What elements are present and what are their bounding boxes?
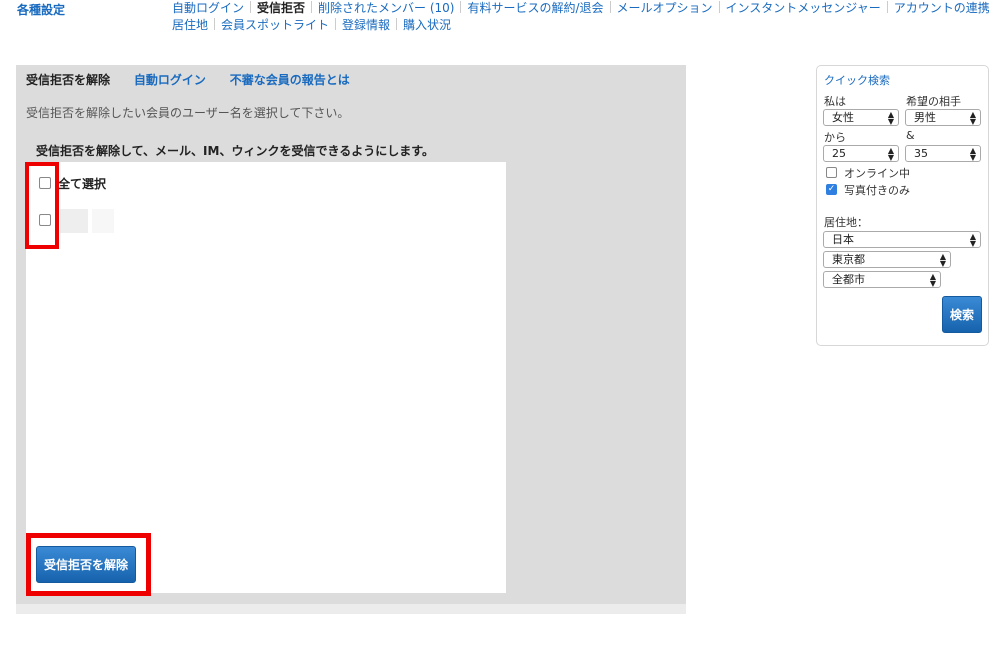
city-value: 全都市 — [832, 273, 865, 286]
nav-cancel-paid-service[interactable]: 有料サービスの解約/退会 — [467, 1, 603, 15]
nav-residence[interactable]: 居住地 — [172, 18, 208, 32]
nav-divider — [214, 18, 216, 30]
select-arrows-icon: ▲ ▼ — [929, 272, 936, 288]
i-am-label: 私は — [824, 95, 846, 108]
nav-member-spotlight[interactable]: 会員スポットライト — [221, 18, 329, 32]
select-arrows-icon: ▲ ▼ — [887, 146, 894, 162]
seeking-select[interactable]: 男性 ▲ ▼ — [905, 109, 981, 126]
member-name-placeholder — [92, 209, 114, 233]
select-arrows-icon: ▲ ▼ — [887, 110, 894, 126]
nav-divider — [460, 1, 462, 13]
online-label: オンライン中 — [844, 167, 910, 180]
age-from-select[interactable]: 25 ▲ ▼ — [823, 145, 899, 162]
age-from-value: 25 — [832, 147, 846, 160]
residence-label: 居住地： — [824, 216, 868, 229]
age-to-value: 35 — [914, 147, 928, 160]
photo-only-checkbox[interactable]: ✓ — [826, 184, 837, 195]
nav-account-link[interactable]: アカウントの連携 — [894, 1, 990, 15]
member-avatar-placeholder — [60, 209, 88, 233]
highlight-box-unblock-button — [26, 533, 151, 596]
tab-unblock[interactable]: 受信拒否を解除 — [26, 73, 110, 87]
panel-footer-strip — [16, 604, 686, 614]
select-arrows-icon: ▲ ▼ — [939, 252, 946, 268]
nav-divider — [396, 18, 398, 30]
settings-nav-row-2: 居住地 会員スポットライト 登録情報 購入状況 — [172, 17, 1001, 34]
city-select[interactable]: 全都市 ▲ ▼ — [823, 271, 941, 288]
age-from-label: から — [824, 131, 846, 144]
photo-only-label: 写真付きのみ — [844, 184, 910, 197]
prefecture-select[interactable]: 東京都 ▲ ▼ — [823, 251, 951, 268]
instruction-text: 受信拒否を解除したい会員のユーザー名を選択して下さい。 — [26, 106, 350, 120]
settings-nav: 自動ログイン 受信拒否 削除されたメンバー (10) 有料サービスの解約/退会 メールオ… — [172, 0, 1001, 34]
select-arrows-icon: ▲ ▼ — [969, 232, 976, 248]
settings-title: 各種設定 — [17, 3, 66, 17]
search-button[interactable]: 検索 — [942, 296, 982, 333]
settings-nav-row-1: 自動ログイン 受信拒否 削除されたメンバー (10) 有料サービスの解約/退会 メールオ… — [172, 0, 1001, 17]
nav-deleted-members[interactable]: 削除されたメンバー (10) — [318, 1, 454, 15]
nav-divider — [718, 1, 720, 13]
panel-tabs: 受信拒否を解除 自動ログイン 不審な会員の報告とは — [26, 71, 370, 88]
nav-block-list[interactable]: 受信拒否 — [257, 1, 305, 15]
nav-mail-options[interactable]: メールオプション — [617, 1, 713, 15]
tab-auto-login[interactable]: 自動ログイン — [134, 73, 206, 87]
nav-instant-messenger[interactable]: インスタントメッセンジャー — [726, 1, 881, 15]
country-value: 日本 — [832, 233, 854, 246]
nav-auto-login[interactable]: 自動ログイン — [172, 1, 244, 15]
nav-divider — [311, 1, 313, 13]
select-arrows-icon: ▲ ▼ — [969, 146, 976, 162]
nav-registration-info[interactable]: 登録情報 — [342, 18, 390, 32]
nav-divider — [250, 1, 252, 13]
prefecture-value: 東京都 — [832, 253, 865, 266]
nav-divider — [335, 18, 337, 30]
quick-search-title[interactable]: クイック検索 — [824, 72, 890, 88]
select-all-label: 全て選択 — [58, 177, 107, 191]
country-select[interactable]: 日本 ▲ ▼ — [823, 231, 981, 248]
nav-divider — [609, 1, 611, 13]
seeking-label: 希望の相手 — [906, 95, 961, 108]
age-to-select[interactable]: 35 ▲ ▼ — [905, 145, 981, 162]
explanation-text: 受信拒否を解除して、メール、IM、ウィンクを受信できるようにします。 — [36, 144, 435, 158]
nav-purchase-status[interactable]: 購入状況 — [403, 18, 451, 32]
age-and-label: & — [906, 129, 915, 142]
highlight-box-checkboxes — [25, 162, 59, 249]
seeking-select-value: 男性 — [914, 111, 936, 124]
online-checkbox[interactable] — [826, 167, 837, 178]
i-am-select-value: 女性 — [832, 111, 854, 124]
nav-divider — [886, 1, 888, 13]
tab-report-suspicious[interactable]: 不審な会員の報告とは — [230, 73, 350, 87]
select-arrows-icon: ▲ ▼ — [969, 110, 976, 126]
i-am-select[interactable]: 女性 ▲ ▼ — [823, 109, 899, 126]
